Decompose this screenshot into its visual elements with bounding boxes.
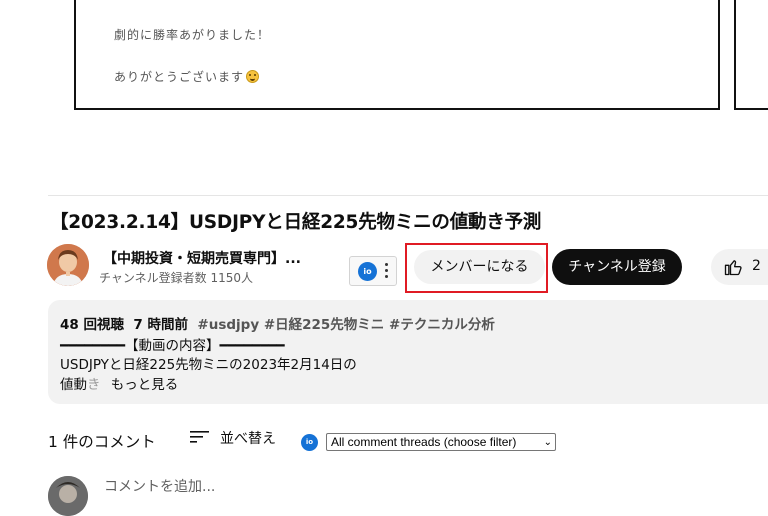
- channel-avatar[interactable]: [47, 244, 89, 286]
- upload-age: 7 時間前: [133, 317, 188, 333]
- embedded-comment-frame: 劇的に勝率あがりました！ ありがとうございます: [74, 0, 720, 110]
- chevron-down-icon: ⌄: [543, 437, 552, 448]
- add-comment-input[interactable]: コメントを追加...: [104, 476, 215, 496]
- comment-count: 1 件のコメント: [48, 433, 156, 451]
- show-more-link[interactable]: もっと見る: [111, 377, 179, 393]
- user-avatar-image: [48, 476, 88, 516]
- frame-text-line-1: 劇的に勝率あがりました！: [114, 28, 271, 42]
- like-count: 2: [752, 258, 761, 274]
- description-line-2: USDJPYと日経225先物ミニの2023年2月14日の: [60, 357, 357, 373]
- description-stats: 48 回視聴 7 時間前 #usdjpy #日経225先物ミニ #テクニカル分析: [60, 313, 495, 333]
- channel-avatar-image: [47, 244, 89, 286]
- comment-filter-select[interactable]: All comment threads (choose filter) ⌄: [326, 433, 556, 451]
- frame-text-line-2: ありがとうございます: [114, 68, 260, 85]
- extension-button[interactable]: io: [349, 256, 397, 286]
- subscribe-button[interactable]: チャンネル登録: [552, 249, 682, 285]
- more-vert-icon[interactable]: [385, 263, 388, 281]
- smile-emoji-icon: [246, 70, 260, 83]
- view-count: 48 回視聴: [60, 317, 124, 333]
- hashtags[interactable]: #usdjpy #日経225先物ミニ #テクニカル分析: [197, 317, 494, 333]
- user-avatar: [48, 476, 88, 516]
- extension-badge-icon: io: [358, 262, 377, 281]
- description-line-1: ━━━━━━━━【動画の内容】━━━━━━━━: [60, 338, 285, 354]
- extension-filter-icon: io: [301, 434, 318, 451]
- subscriber-count: チャンネル登録者数 1150人: [99, 271, 253, 285]
- embedded-frame-right: [734, 0, 768, 110]
- like-button[interactable]: 2: [711, 249, 768, 285]
- description-line-3: 値動き もっと見る: [60, 377, 179, 393]
- join-button[interactable]: メンバーになる: [414, 250, 545, 284]
- thumbs-up-icon: [724, 260, 742, 276]
- video-title: 【2023.2.14】USDJPYと日経225先物ミニの値動き予測: [50, 212, 542, 233]
- sort-button[interactable]: 並べ替え: [220, 428, 276, 448]
- description-box[interactable]: 48 回視聴 7 時間前 #usdjpy #日経225先物ミニ #テクニカル分析…: [48, 300, 768, 404]
- separator: [48, 195, 768, 196]
- sort-icon[interactable]: [190, 430, 210, 444]
- channel-name[interactable]: 【中期投資・短期売買専門】...: [103, 248, 301, 268]
